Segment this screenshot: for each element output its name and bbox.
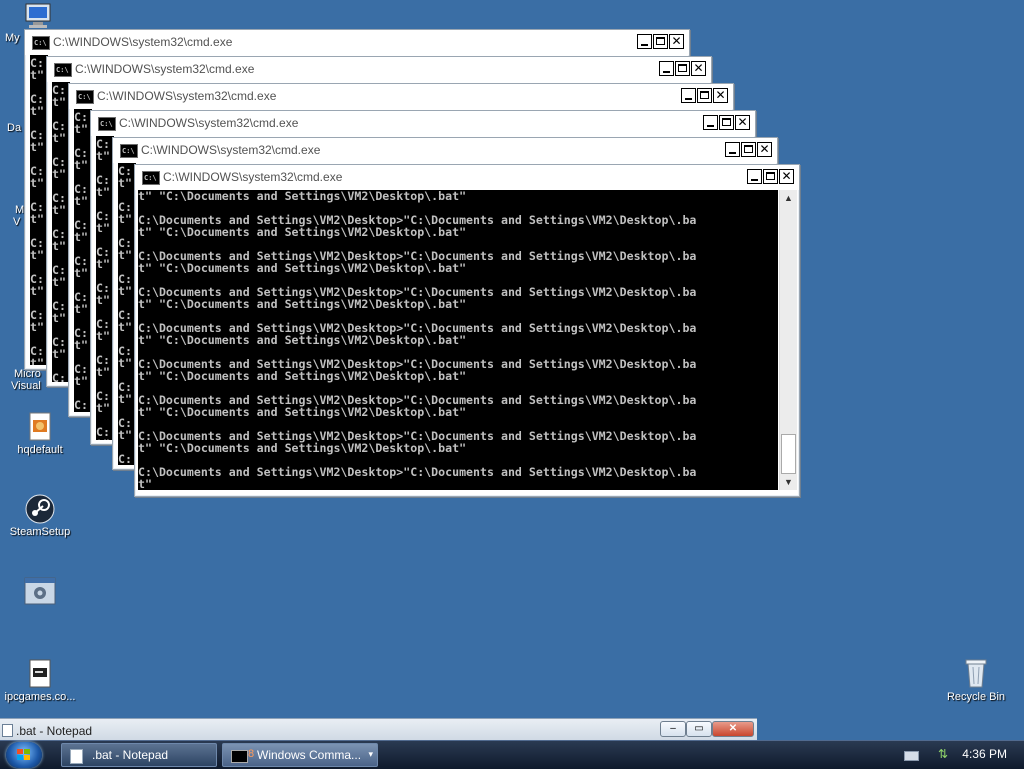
- cmd-window-title: C:\WINDOWS\system32\cmd.exe: [53, 35, 233, 49]
- clock[interactable]: 4:36 PM: [962, 747, 1007, 761]
- console-line: t": [138, 477, 152, 490]
- taskbar-notepad-label: .bat - Notepad: [92, 748, 169, 762]
- taskbar-cmd-label: Windows Comma...: [257, 748, 362, 762]
- cmd-maximize-button[interactable]: [653, 34, 668, 49]
- cmd-minimize-button[interactable]: [637, 34, 652, 49]
- taskbar-cmd-group-button[interactable]: 8 Windows Comma... ▾: [222, 743, 378, 767]
- notepad-restore-button[interactable]: ▭: [686, 721, 712, 737]
- taskbar-cmd-count: 8: [248, 748, 255, 760]
- cmd-close-button[interactable]: ✕: [779, 169, 794, 184]
- cmd-app-icon[interactable]: C:\: [76, 90, 94, 104]
- image-file-icon: [29, 412, 51, 441]
- cmd-minimize-button[interactable]: [725, 142, 740, 157]
- cmd-window-title: C:\WINDOWS\system32\cmd.exe: [119, 116, 299, 130]
- cmd-close-button[interactable]: ✕: [735, 115, 750, 130]
- cmd-maximize-button[interactable]: [741, 142, 756, 157]
- settings-window-icon[interactable]: [0, 577, 80, 605]
- cmd-close-button[interactable]: ✕: [691, 61, 706, 76]
- ipcgames-icon[interactable]: ipcgames.co...: [0, 659, 80, 703]
- ipcgames-label: ipcgames.co...: [4, 691, 76, 703]
- notepad-icon: [70, 749, 83, 764]
- cmd-icon: [231, 750, 248, 763]
- cmd-maximize-button[interactable]: [675, 61, 690, 76]
- cmd-app-icon[interactable]: C:\: [54, 63, 72, 77]
- cmd-minimize-button[interactable]: [703, 115, 718, 130]
- scroll-down-arrow-icon[interactable]: ▼: [780, 474, 797, 490]
- console-line: t" "C:\Documents and Settings\VM2\Deskto…: [138, 369, 467, 383]
- cmd-maximize-button[interactable]: [697, 88, 712, 103]
- windows-logo-icon: [17, 749, 31, 761]
- network-icon[interactable]: ⇅: [938, 747, 948, 761]
- start-button[interactable]: [6, 742, 42, 768]
- system-tray: ⇅ 4:36 PM: [884, 741, 1024, 769]
- cmd-titlebar[interactable]: C:\ C:\WINDOWS\system32\cmd.exe ✕: [25, 30, 689, 55]
- cmd-window-6[interactable]: C:\ C:\WINDOWS\system32\cmd.exe ✕ ▲ ▼ t" "C:\…: [134, 164, 800, 497]
- cmd-minimize-button[interactable]: [681, 88, 696, 103]
- cmd-titlebar[interactable]: C:\ C:\WINDOWS\system32\cmd.exe ✕: [69, 84, 733, 109]
- console-line: t" "C:\Documents and Settings\VM2\Deskto…: [138, 405, 467, 419]
- notepad-minimized-window[interactable]: .bat - Notepad – ▭ ✕: [0, 718, 757, 741]
- cmd-close-button[interactable]: ✕: [713, 88, 728, 103]
- cmd-close-button[interactable]: ✕: [669, 34, 684, 49]
- gear-window-icon: [24, 577, 56, 605]
- taskbar: .bat - Notepad 8 Windows Comma... ▾ ⇅ 4:…: [0, 740, 1024, 769]
- scroll-thumb[interactable]: [781, 434, 796, 474]
- cmd-console-output[interactable]: t" "C:\Documents and Settings\VM2\Deskto…: [138, 190, 778, 490]
- console-line: t" "C:\Documents and Settings\VM2\Deskto…: [138, 225, 467, 239]
- cmd-minimize-button[interactable]: [659, 61, 674, 76]
- cmd-app-icon[interactable]: C:\: [98, 117, 116, 131]
- notepad-close-button[interactable]: ✕: [712, 721, 754, 737]
- trash-icon: [965, 659, 987, 688]
- console-line: t" "C:\Documents and Settings\VM2\Deskto…: [138, 261, 467, 275]
- notepad-icon: [2, 724, 13, 737]
- cmd-close-button[interactable]: ✕: [757, 142, 772, 157]
- cmd-window-title: C:\WINDOWS\system32\cmd.exe: [163, 170, 343, 184]
- console-line: t" "C:\Documents and Settings\VM2\Deskto…: [138, 333, 467, 347]
- cmd-window-title: C:\WINDOWS\system32\cmd.exe: [97, 89, 277, 103]
- chevron-down-icon: ▾: [368, 749, 373, 759]
- steam-icon: [25, 494, 55, 524]
- cmd-app-icon[interactable]: C:\: [120, 144, 138, 158]
- cmd-app-icon[interactable]: C:\: [32, 36, 50, 50]
- hqdefault-label: hqdefault: [17, 444, 63, 456]
- keyboard-icon[interactable]: [904, 751, 919, 761]
- console-line: t" "C:\Documents and Settings\VM2\Deskto…: [138, 441, 467, 455]
- cmd-window-title: C:\WINDOWS\system32\cmd.exe: [75, 62, 255, 76]
- recycle-bin-icon[interactable]: Recycle Bin: [936, 657, 1016, 703]
- cmd-window-title: C:\WINDOWS\system32\cmd.exe: [141, 143, 321, 157]
- recycle-bin-label: Recycle Bin: [946, 691, 1006, 703]
- notepad-title: .bat - Notepad: [16, 724, 93, 738]
- cmd-maximize-button[interactable]: [719, 115, 734, 130]
- console-line: t" "C:\Documents and Settings\VM2\Deskto…: [138, 297, 467, 311]
- hqdefault-icon[interactable]: hqdefault: [0, 412, 80, 456]
- steamsetup-icon[interactable]: SteamSetup: [0, 494, 80, 538]
- console-line: t" "C:\Documents and Settings\VM2\Deskto…: [138, 190, 467, 203]
- batch-file-icon: [29, 659, 51, 688]
- microsoft-visual-label-line2: Visual: [11, 380, 41, 392]
- console-line: C:\Documents and Settings\VM2\Desktop>"C…: [138, 465, 697, 479]
- cmd-titlebar[interactable]: C:\ C:\WINDOWS\system32\cmd.exe ✕: [113, 138, 777, 163]
- notepad-minimize-button[interactable]: –: [660, 721, 686, 737]
- cmd-titlebar[interactable]: C:\ C:\WINDOWS\system32\cmd.exe ✕: [91, 111, 755, 136]
- taskbar-notepad-button[interactable]: .bat - Notepad: [61, 743, 217, 767]
- cmd-titlebar[interactable]: C:\ C:\WINDOWS\system32\cmd.exe ✕: [47, 57, 711, 82]
- cmd-vertical-scrollbar[interactable]: ▲ ▼: [779, 190, 797, 490]
- cmd-maximize-button[interactable]: [763, 169, 778, 184]
- cmd-titlebar[interactable]: C:\ C:\WINDOWS\system32\cmd.exe ✕: [135, 165, 799, 190]
- cmd-app-icon[interactable]: C:\: [142, 171, 160, 185]
- cmd-minimize-button[interactable]: [747, 169, 762, 184]
- computer-icon: [25, 3, 51, 28]
- scroll-up-arrow-icon[interactable]: ▲: [780, 190, 797, 206]
- steamsetup-label: SteamSetup: [9, 526, 71, 538]
